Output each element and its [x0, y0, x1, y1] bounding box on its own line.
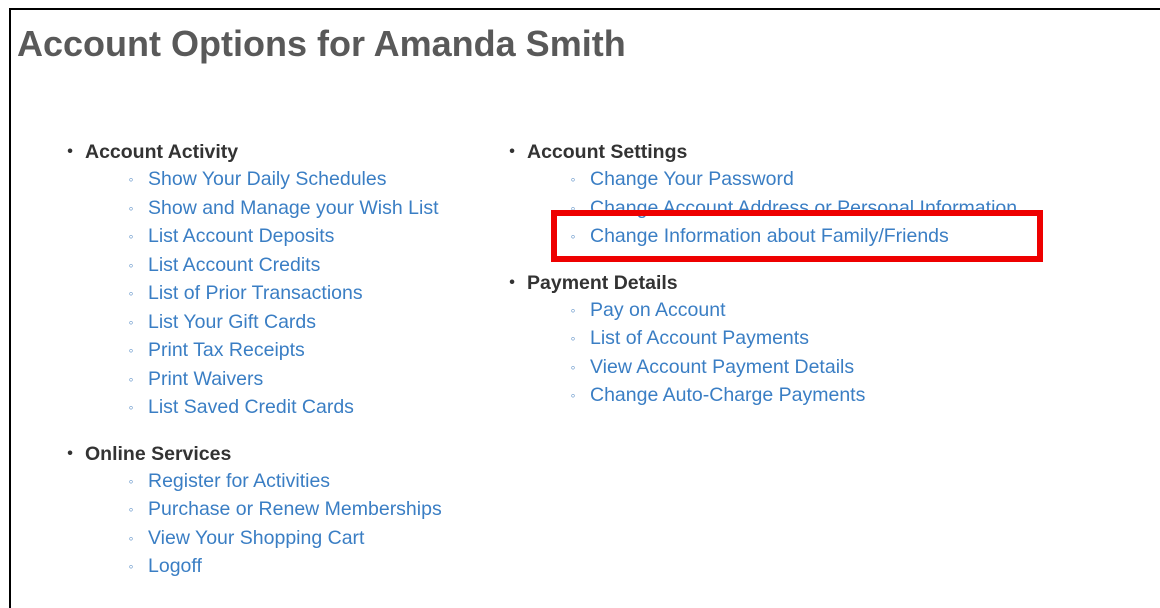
link-wish-list[interactable]: ◦ Show and Manage your Wish List [64, 194, 442, 223]
section-heading-label: Payment Details [527, 271, 678, 294]
sub-bullet-icon: ◦ [128, 228, 134, 244]
bullet-icon: • [509, 273, 515, 291]
link-pay-on-account[interactable]: ◦ Pay on Account [506, 296, 1017, 325]
link-label[interactable]: Change Auto-Charge Payments [590, 384, 865, 406]
link-account-deposits[interactable]: ◦ List Account Deposits [64, 222, 442, 251]
link-payment-details[interactable]: ◦ View Account Payment Details [506, 353, 1017, 382]
link-register-activities[interactable]: ◦ Register for Activities [64, 467, 442, 496]
link-label[interactable]: List Saved Credit Cards [148, 396, 354, 418]
sub-bullet-icon: ◦ [128, 501, 134, 517]
link-label[interactable]: View Your Shopping Cart [148, 527, 364, 549]
section-heading-label: Account Activity [85, 141, 239, 163]
link-label[interactable]: List of Account Payments [590, 327, 809, 349]
sub-bullet-icon: ◦ [128, 171, 134, 187]
sub-bullet-icon: ◦ [570, 171, 576, 187]
payment-details-links: ◦ Pay on Account ◦ List of Account Payme… [506, 296, 1017, 410]
link-label[interactable]: Print Waivers [148, 368, 263, 390]
section-online-services: • Online Services ◦ Register for Activit… [64, 441, 442, 581]
sub-bullet-icon: ◦ [128, 342, 134, 358]
section-heading-label: Account Settings [527, 141, 688, 163]
account-settings-links: ◦ Change Your Password ◦ Change Account … [506, 165, 1018, 251]
link-label[interactable]: Change Your Password [590, 168, 794, 190]
section-heading-payment-details: • Payment Details [506, 270, 1017, 296]
section-heading-account-activity: • Account Activity [64, 139, 442, 165]
link-memberships[interactable]: ◦ Purchase or Renew Memberships [64, 495, 442, 524]
link-prior-transactions[interactable]: ◦ List of Prior Transactions [64, 279, 442, 308]
link-show-daily-schedules[interactable]: ◦ Show Your Daily Schedules [64, 165, 442, 194]
bullet-icon: • [509, 143, 515, 160]
link-auto-charge[interactable]: ◦ Change Auto-Charge Payments [506, 381, 1017, 410]
link-label[interactable]: Show and Manage your Wish List [148, 197, 438, 219]
link-account-credits[interactable]: ◦ List Account Credits [64, 251, 442, 280]
link-label[interactable]: Register for Activities [148, 470, 330, 492]
sub-bullet-icon: ◦ [128, 558, 134, 574]
sub-bullet-icon: ◦ [570, 199, 576, 216]
link-gift-cards[interactable]: ◦ List Your Gift Cards [64, 308, 442, 337]
link-tax-receipts[interactable]: ◦ Print Tax Receipts [64, 336, 442, 365]
online-services-links: ◦ Register for Activities ◦ Purchase or … [64, 467, 442, 581]
link-label[interactable]: List Account Deposits [148, 225, 334, 247]
link-label[interactable]: View Account Payment Details [590, 356, 854, 378]
sub-bullet-icon: ◦ [128, 370, 134, 387]
sub-bullet-icon: ◦ [570, 387, 576, 403]
section-account-activity: • Account Activity ◦ Show Your Daily Sch… [64, 139, 442, 422]
link-label[interactable]: Print Tax Receipts [148, 339, 305, 361]
link-label[interactable]: List Account Credits [148, 254, 320, 276]
link-print-waivers[interactable]: ◦ Print Waivers [64, 365, 442, 394]
section-account-settings: • Account Settings ◦ Change Your Passwor… [506, 139, 1017, 251]
link-account-payments[interactable]: ◦ List of Account Payments [506, 324, 1017, 353]
section-heading-online-services: • Online Services [64, 441, 442, 467]
link-change-password[interactable]: ◦ Change Your Password [506, 165, 1017, 194]
sub-bullet-icon: ◦ [128, 285, 134, 301]
sub-bullet-icon: ◦ [128, 399, 134, 415]
sub-bullet-icon: ◦ [128, 199, 134, 216]
link-label[interactable]: List of Prior Transactions [148, 282, 363, 304]
sub-bullet-icon: ◦ [128, 529, 134, 546]
sub-bullet-icon: ◦ [128, 313, 134, 330]
link-logoff[interactable]: ◦ Logoff [64, 552, 442, 581]
link-saved-credit-cards[interactable]: ◦ List Saved Credit Cards [64, 393, 442, 422]
link-label[interactable]: Logoff [148, 555, 202, 577]
sub-bullet-icon: ◦ [128, 472, 134, 489]
right-column: • Account Settings ◦ Change Your Passwor… [506, 139, 1017, 410]
sub-bullet-icon: ◦ [570, 330, 576, 346]
link-label[interactable]: Purchase or Renew Memberships [148, 498, 442, 520]
link-label[interactable]: List Your Gift Cards [148, 311, 316, 333]
section-payment-details: • Payment Details ◦ Pay on Account ◦ Lis… [506, 270, 1017, 410]
sub-bullet-icon: ◦ [128, 256, 134, 273]
bullet-icon: • [67, 143, 73, 160]
left-column: • Account Activity ◦ Show Your Daily Sch… [64, 139, 442, 581]
sub-bullet-icon: ◦ [570, 358, 576, 375]
link-label[interactable]: Pay on Account [590, 299, 726, 321]
link-change-family-friends[interactable]: ◦ Change Information about Family/Friend… [506, 222, 1017, 251]
link-shopping-cart[interactable]: ◦ View Your Shopping Cart [64, 524, 442, 553]
section-heading-label: Online Services [85, 442, 232, 465]
link-change-address[interactable]: ◦ Change Account Address or Personal Inf… [506, 194, 1018, 223]
bullet-icon: • [67, 444, 73, 462]
page-title: Account Options for Amanda Smith [17, 23, 626, 64]
sub-bullet-icon: ◦ [570, 228, 576, 244]
link-label[interactable]: Change Account Address or Personal Infor… [590, 197, 1017, 219]
link-label[interactable]: Change Information about Family/Friends [590, 225, 949, 247]
account-activity-links: ◦ Show Your Daily Schedules ◦ Show and M… [64, 165, 442, 422]
sub-bullet-icon: ◦ [570, 301, 576, 318]
link-label[interactable]: Show Your Daily Schedules [148, 168, 387, 190]
section-heading-account-settings: • Account Settings [506, 139, 1017, 165]
